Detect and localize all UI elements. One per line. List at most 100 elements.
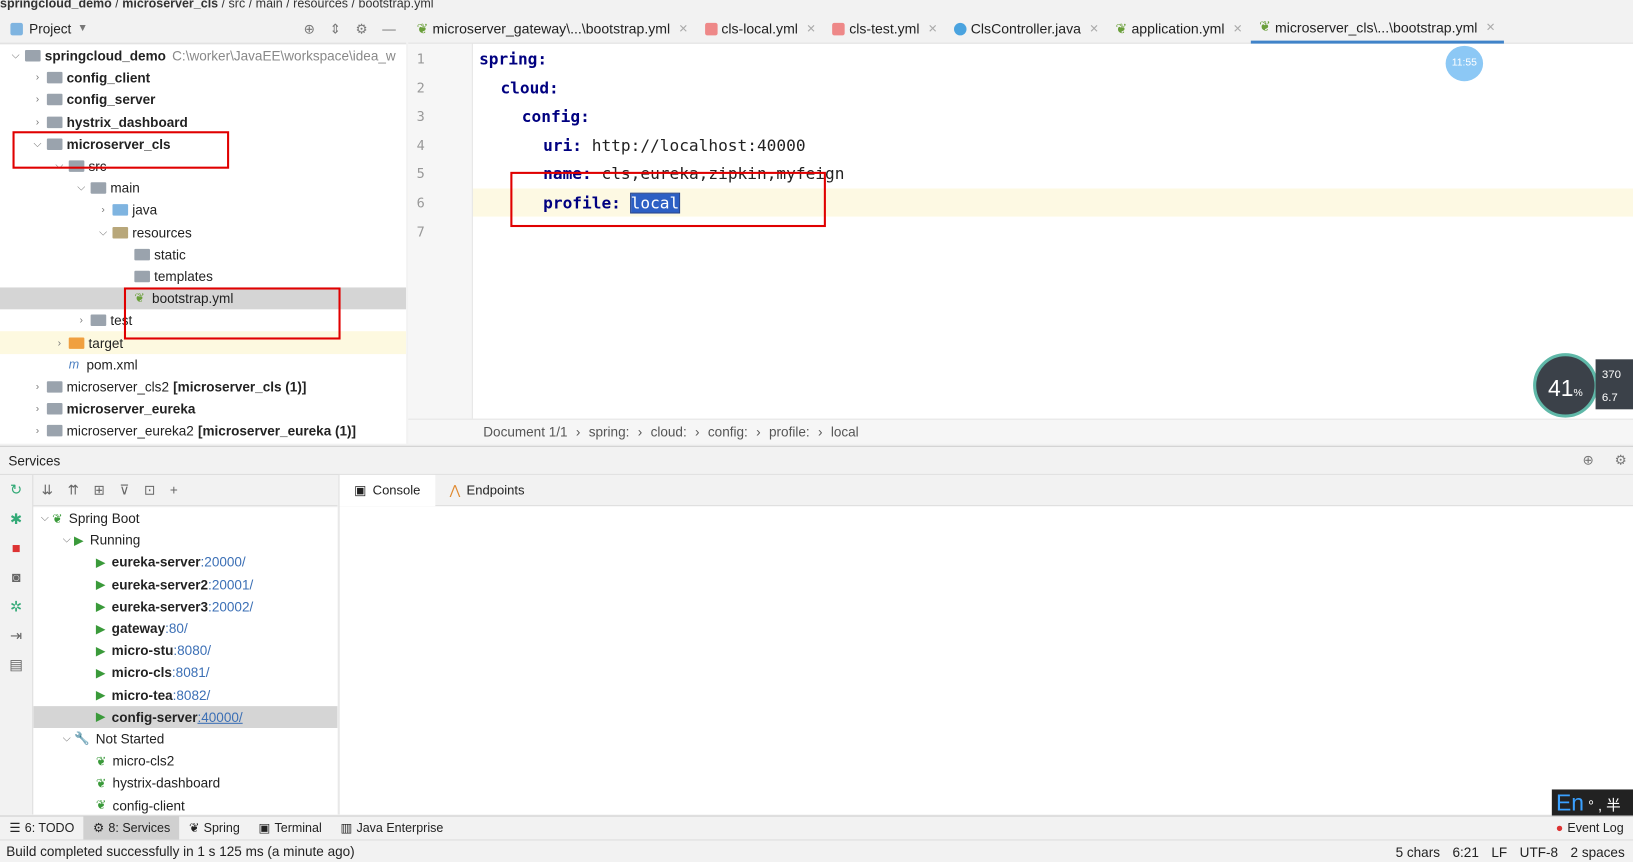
tree-item[interactable]: ⌵ springcloud_demo C:\worker\JavaEE\worksp…: [0, 45, 406, 67]
tree-item[interactable]: › microserver_eureka: [0, 398, 406, 420]
chevron-right-icon[interactable]: ›: [30, 425, 45, 436]
code-editor[interactable]: 11:55 41% 370 6.7 1 spring: 2 cloud: 3 config:…: [408, 43, 1633, 419]
service-item[interactable]: ⌵ ❦ Spring Boot: [33, 507, 337, 529]
service-item[interactable]: ▶ micro-tea:8082/: [33, 684, 337, 706]
add-icon[interactable]: +: [170, 482, 178, 498]
service-port-link[interactable]: :40000/: [197, 709, 242, 725]
new-tab-icon[interactable]: ⊡: [144, 482, 155, 499]
service-port-link[interactable]: :20002/: [208, 599, 253, 615]
service-port-link[interactable]: :80/: [165, 621, 188, 637]
service-item[interactable]: ▶ config-server:40000/: [33, 705, 338, 728]
collapse-all-icon[interactable]: ⇈: [68, 482, 79, 499]
layout-icon[interactable]: ▤: [0, 650, 32, 679]
debug-icon[interactable]: ✱: [0, 504, 32, 533]
locate-icon[interactable]: ⊕: [1582, 452, 1593, 469]
chevron-down-icon[interactable]: ⌵: [59, 535, 74, 546]
service-port-link[interactable]: :8080/: [173, 643, 211, 659]
service-port-link[interactable]: :8081/: [172, 665, 210, 681]
caret-position[interactable]: 6:21: [1453, 844, 1479, 860]
rerun-icon[interactable]: ↻: [0, 475, 32, 504]
breadcrumb-item[interactable]: Document 1/1: [483, 424, 567, 440]
locate-icon[interactable]: ⊕: [304, 20, 315, 37]
breadcrumb-item[interactable]: springcloud_demo: [0, 0, 112, 10]
tool-window-button[interactable]: ▥ Java Enterprise: [331, 816, 453, 840]
tool-window-button[interactable]: ❦ Spring: [180, 816, 250, 840]
chevron-down-icon[interactable]: ▼: [78, 23, 88, 34]
breadcrumb-item[interactable]: config:: [708, 424, 748, 440]
editor-tab[interactable]: ❦ microserver_gateway\...\bootstrap.yml ✕: [408, 14, 696, 43]
editor-tab[interactable]: ❦ microserver_cls\...\bootstrap.yml ✕: [1250, 14, 1504, 44]
event-log-button[interactable]: ● Event Log: [1546, 816, 1633, 840]
close-icon[interactable]: ✕: [1486, 20, 1496, 33]
service-item[interactable]: ❦ config-client: [33, 794, 337, 814]
service-item[interactable]: ⌵ 🔧 Not Started: [33, 728, 337, 750]
breadcrumb-item[interactable]: profile:: [769, 424, 810, 440]
tool-window-button[interactable]: ☰ 6: TODO: [0, 816, 84, 840]
close-icon[interactable]: ✕: [1089, 22, 1099, 35]
chevron-right-icon[interactable]: ›: [74, 315, 89, 326]
file-encoding[interactable]: UTF-8: [1520, 844, 1558, 860]
tree-item[interactable]: templates: [0, 265, 406, 287]
tree-item[interactable]: › java: [0, 199, 406, 221]
hide-icon[interactable]: —: [382, 20, 396, 37]
stop-icon[interactable]: ■: [0, 533, 32, 562]
login-icon[interactable]: ⇥: [0, 621, 32, 650]
chevron-down-icon[interactable]: ⌵: [37, 513, 52, 524]
service-item[interactable]: ▶ micro-cls:8081/: [33, 662, 337, 684]
close-icon[interactable]: ✕: [678, 22, 688, 35]
chevron-down-icon[interactable]: ⌵: [96, 227, 111, 238]
editor-tab[interactable]: ❦ application.yml ✕: [1107, 14, 1251, 43]
collapse-icon[interactable]: ⇕: [330, 20, 341, 37]
bug-icon[interactable]: ✲: [0, 592, 32, 621]
service-item[interactable]: ▶ eureka-server3:20002/: [33, 595, 337, 617]
project-title[interactable]: Project: [29, 21, 71, 37]
gear-icon[interactable]: ⚙: [356, 20, 368, 37]
close-icon[interactable]: ✕: [928, 22, 938, 35]
breadcrumb-item[interactable]: cloud:: [651, 424, 687, 440]
camera-icon[interactable]: ◙: [0, 562, 32, 591]
chevron-down-icon[interactable]: ⌵: [8, 50, 23, 61]
expand-all-icon[interactable]: ⇊: [42, 482, 53, 499]
close-icon[interactable]: ✕: [806, 22, 816, 35]
chevron-right-icon[interactable]: ›: [30, 94, 45, 105]
breadcrumb-item[interactable]: spring:: [589, 424, 630, 440]
tool-window-button[interactable]: ⚙ 8: Services: [83, 816, 180, 840]
editor-tab[interactable]: cls-local.yml ✕: [696, 14, 824, 43]
tree-item[interactable]: › hystrix_dashboard: [0, 111, 406, 133]
service-port-link[interactable]: :20001/: [208, 577, 253, 593]
service-item[interactable]: ⌵ ▶ Running: [33, 529, 337, 551]
breadcrumb-item[interactable]: main: [256, 0, 283, 10]
chevron-right-icon[interactable]: ›: [52, 337, 67, 348]
tree-item[interactable]: › microserver_cls2 [microserver_cls (1)]: [0, 376, 406, 398]
indent-setting[interactable]: 2 spaces: [1571, 844, 1625, 860]
chevron-down-icon[interactable]: ⌵: [74, 182, 89, 193]
breadcrumb-item[interactable]: local: [831, 424, 859, 440]
tree-item[interactable]: › microserver_eureka2 [microserver_eureka …: [0, 420, 406, 442]
tree-item[interactable]: › config_client: [0, 67, 406, 89]
tree-item[interactable]: › config_server: [0, 89, 406, 111]
service-port-link[interactable]: :20000/: [201, 555, 246, 571]
service-item[interactable]: ▶ gateway:80/: [33, 618, 337, 640]
filter-icon[interactable]: ⊽: [119, 482, 129, 499]
breadcrumb-item[interactable]: microserver_cls: [122, 0, 218, 10]
tree-item[interactable]: ⌵ resources: [0, 221, 406, 243]
breadcrumb-item[interactable]: src: [229, 0, 246, 10]
line-separator[interactable]: LF: [1491, 844, 1507, 860]
group-icon[interactable]: ⊞: [94, 482, 105, 499]
service-item[interactable]: ▶ micro-stu:8080/: [33, 640, 337, 662]
chevron-right-icon[interactable]: ›: [30, 403, 45, 414]
editor-tab[interactable]: cls-test.yml ✕: [824, 14, 946, 43]
chevron-right-icon[interactable]: ›: [30, 381, 45, 392]
chevron-right-icon[interactable]: ›: [96, 205, 111, 216]
status-message[interactable]: Build completed successfully in 1 s 125 …: [6, 844, 354, 860]
tab-console[interactable]: ▣ Console: [339, 474, 436, 506]
chevron-right-icon[interactable]: ›: [30, 72, 45, 83]
service-item[interactable]: ❦ micro-cls2: [33, 750, 337, 772]
service-item[interactable]: ▶ eureka-server:20000/: [33, 551, 337, 573]
tree-item[interactable]: static: [0, 243, 406, 265]
tree-item[interactable]: m pom.xml: [0, 354, 406, 376]
chevron-down-icon[interactable]: ⌵: [59, 733, 74, 744]
breadcrumb-item[interactable]: bootstrap.yml: [358, 0, 433, 10]
service-port-link[interactable]: :8082/: [173, 687, 211, 703]
tab-endpoints[interactable]: ⋀ Endpoints: [435, 474, 539, 505]
